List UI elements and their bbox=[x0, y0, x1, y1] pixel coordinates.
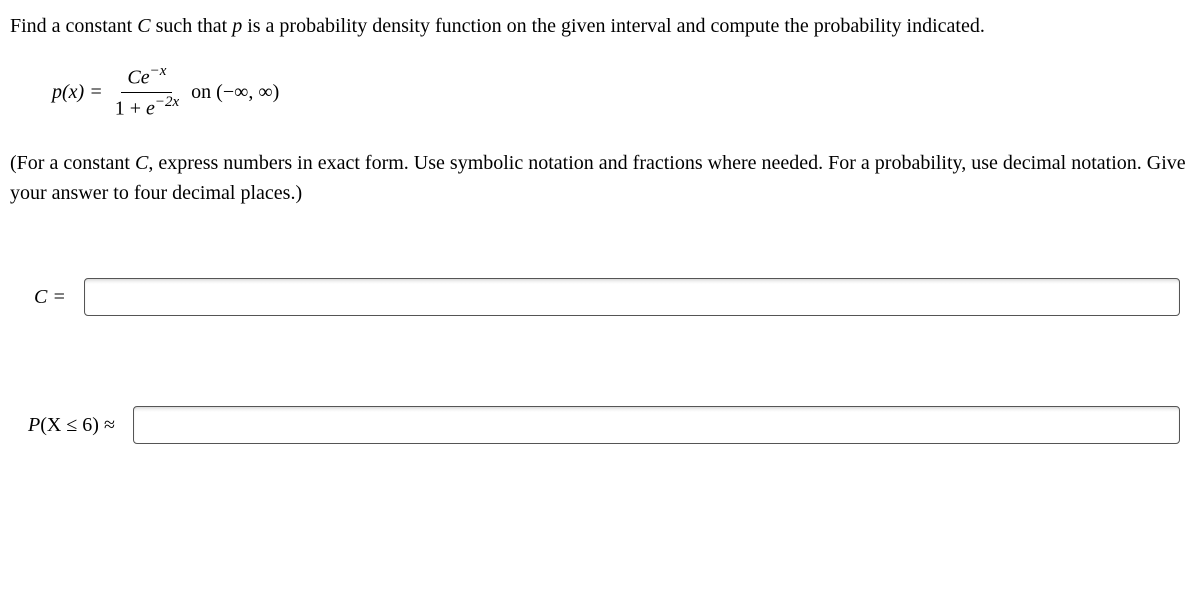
formula: p(x) = Ce−x 1 + e−2x on (−∞, ∞) bbox=[52, 64, 1190, 120]
answer-row-C: C = bbox=[10, 278, 1190, 316]
var-C: C bbox=[137, 15, 150, 37]
num-exp: −x bbox=[150, 63, 167, 79]
den-part1: 1 + bbox=[115, 97, 146, 119]
statement-text-3: is a probability density function on the… bbox=[242, 15, 985, 37]
formula-fraction: Ce−x 1 + e−2x bbox=[109, 64, 185, 120]
num-e: e bbox=[141, 67, 150, 89]
den-e: e bbox=[146, 97, 155, 119]
var-p: p bbox=[232, 15, 242, 37]
formula-lhs: p(x) = bbox=[52, 81, 103, 104]
num-C: C bbox=[127, 67, 140, 89]
problem-statement: Find a constant C such that p is a proba… bbox=[10, 12, 1190, 40]
statement-text-2: such that bbox=[151, 15, 233, 37]
label-P-rest: (X ≤ 6) ≈ bbox=[40, 414, 115, 436]
hint-text: (For a constant C, express numbers in ex… bbox=[10, 148, 1190, 208]
answer-input-P[interactable] bbox=[133, 406, 1180, 444]
label-P-var: P bbox=[28, 414, 40, 436]
statement-text-1: Find a constant bbox=[10, 15, 137, 37]
answer-row-P: P(X ≤ 6) ≈ bbox=[10, 406, 1190, 444]
hint-var-C: C bbox=[135, 152, 148, 174]
answer-label-P: P(X ≤ 6) ≈ bbox=[28, 414, 115, 437]
den-exp: −2x bbox=[155, 94, 179, 110]
answer-label-C: C = bbox=[34, 286, 66, 309]
hint-part2: , express numbers in exact form. Use sym… bbox=[10, 152, 1186, 204]
hint-part1: (For a constant bbox=[10, 152, 135, 174]
fraction-numerator: Ce−x bbox=[121, 64, 172, 93]
answer-input-C[interactable] bbox=[84, 278, 1180, 316]
fraction-denominator: 1 + e−2x bbox=[109, 93, 185, 121]
formula-interval: on (−∞, ∞) bbox=[191, 81, 279, 104]
